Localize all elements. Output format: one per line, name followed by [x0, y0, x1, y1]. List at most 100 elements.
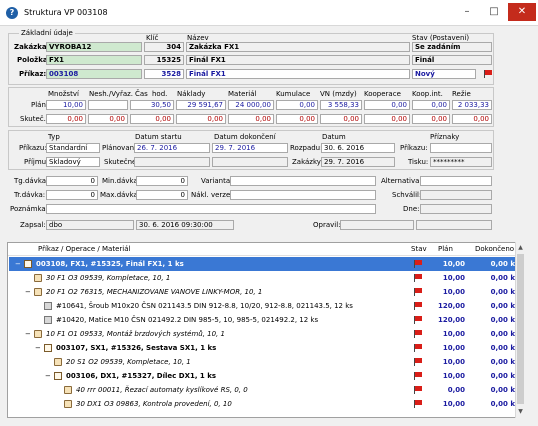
item-field[interactable]: FX1 [46, 55, 142, 65]
tree-row-label: 40 rrr 00011, Řezací automaty kyslíkové … [76, 386, 248, 394]
cost-header-costs: Náklady [177, 90, 206, 98]
item-status: Finál [412, 55, 492, 65]
scroll-up-arrow-icon[interactable]: ▲ [516, 243, 525, 252]
expand-toggle-icon[interactable]: − [25, 285, 31, 299]
approved-date-field [420, 204, 492, 214]
tree-row[interactable]: #10420, Matice M10 ČSN 021492.2 DIN 985-… [9, 313, 515, 327]
tree-row[interactable]: 30 F1 O3 09539, Kompletace, 10, 1 10,00 0,… [9, 271, 515, 285]
status-flag-icon[interactable] [484, 70, 493, 78]
print-label: Tisku: [408, 158, 429, 166]
tree-vertical-scrollbar[interactable]: ▲ ▼ [515, 242, 524, 418]
tr-batch-field[interactable]: 0 [46, 190, 98, 200]
max-batch-field[interactable]: 0 [136, 190, 188, 200]
expand-toggle-icon[interactable]: − [15, 257, 21, 271]
plan-hours: 30,50 [130, 100, 174, 110]
tree-row-done: 0,00 k [490, 400, 515, 408]
planned-start-field[interactable]: 26. 7. 2016 [134, 143, 210, 153]
operation-icon [34, 288, 42, 296]
plan-quantity: 10,00 [46, 100, 86, 110]
order-contract-key: 304 [144, 42, 184, 52]
breakdown-label: Rozpadu: [290, 144, 323, 152]
tree-row-done: 0,00 k [490, 288, 515, 296]
plan-material: 24 000,00 [228, 100, 274, 110]
actual-cooperation: 0,00 [364, 114, 410, 124]
minimize-button[interactable]: – [454, 3, 480, 21]
tree-row-plan: 10,00 [442, 260, 465, 268]
variant-field[interactable] [230, 176, 376, 186]
cost-version-field[interactable] [230, 190, 376, 200]
tree-row-plan: 10,00 [442, 358, 465, 366]
operation-icon [54, 358, 62, 366]
plan-overhead: 2 033,33 [452, 100, 492, 110]
created-date: 30. 6. 2016 09:30:00 [136, 220, 234, 230]
end-date-header: Datum dokončení [214, 133, 276, 141]
window-title: Struktura VP 003108 [24, 8, 108, 17]
tree-header-name[interactable]: Příkaz / Operace / Materiál [38, 243, 130, 256]
type-header: Typ [48, 133, 60, 141]
alternative-field[interactable] [420, 176, 492, 186]
production-order-name: Finál FX1 [186, 69, 410, 79]
actual-overhead: 0,00 [452, 114, 492, 124]
order-flag-field[interactable] [430, 143, 492, 153]
structure-tree[interactable]: Příkaz / Operace / Materiál Stav Plán Do… [7, 242, 524, 418]
expand-toggle-icon[interactable]: − [45, 369, 51, 383]
tree-row[interactable]: − 003107, SX1, #15326, Sestava SX1, 1 ks 1… [9, 341, 515, 355]
tree-row-done: 0,00 k [490, 316, 515, 324]
receipt-type-field[interactable]: Skladový [46, 157, 100, 167]
tree-header-done[interactable]: Dokončeno [475, 243, 514, 256]
tree-row-plan: 120,00 [437, 316, 465, 324]
actual-start-field [134, 157, 210, 167]
tree-row[interactable]: 40 rrr 00011, Řezací automaty kyslíkové … [9, 383, 515, 397]
cost-header-wages: VN (mzdy) [320, 90, 357, 98]
scroll-thumb[interactable] [517, 254, 524, 404]
tree-row[interactable]: 20 S1 O2 09539, Kompletace, 10, 1 10,00 0,… [9, 355, 515, 369]
production-order-label: Příkaz: [19, 70, 47, 78]
created-by-user: dbo [46, 220, 134, 230]
breakdown-date-field: 30. 6. 2016 [321, 143, 395, 153]
tree-row-done: 0,00 k [490, 344, 515, 352]
plan-wages: 3 558,33 [320, 100, 362, 110]
close-button[interactable]: ✕ [508, 3, 536, 21]
tree-row[interactable]: 30 DX1 O3 09863, Kontrola provedení, 0, … [9, 397, 515, 411]
status-flag-icon [414, 302, 423, 310]
tree-row[interactable]: − 003108, FX1, #15325, Finál FX1, 1 ks 10,… [9, 257, 515, 271]
tree-header-status[interactable]: Stav [411, 243, 427, 256]
tg-batch-field[interactable]: 0 [46, 176, 98, 186]
tree-row[interactable]: − 10 F1 O1 09533, Montáž brzdových systém… [9, 327, 515, 341]
cost-header-quantity: Množství [48, 90, 79, 98]
scroll-down-arrow-icon[interactable]: ▼ [516, 407, 525, 416]
status-flag-icon [414, 316, 423, 324]
start-date-header: Datum startu [135, 133, 182, 141]
tree-row[interactable]: − 20 F1 O2 76315, MECHANIZOVANE VANOVE LI… [9, 285, 515, 299]
order-icon [44, 344, 52, 352]
plan-internal-coop: 0,00 [412, 100, 450, 110]
tree-row[interactable]: #10641, Šroub M10x20 ČSN 021143.5 DIN 91… [9, 299, 515, 313]
min-batch-field[interactable]: 0 [136, 176, 188, 186]
approved-by-field [420, 190, 492, 200]
order-contract-status: Se zadáním [412, 42, 492, 52]
order-type-field[interactable]: Standardní [46, 143, 100, 153]
order-type-label: Příkazu: [19, 144, 47, 152]
tree-row[interactable]: − 003106, DX1, #15327, Dílec DX1, 1 ks 10,… [9, 369, 515, 383]
basic-info-title: Základní údaje [19, 28, 75, 38]
order-icon [54, 372, 62, 380]
plan-cumulation: 0,00 [276, 100, 318, 110]
tree-row-label: 20 S1 O2 09539, Kompletace, 10, 1 [66, 358, 191, 366]
tree-row-plan: 10,00 [442, 372, 465, 380]
app-icon: ? [6, 7, 18, 19]
order-contract-field[interactable]: VYROBA12 [46, 42, 142, 52]
tree-header-plan[interactable]: Plán [438, 243, 453, 256]
plan-scrap [88, 100, 128, 110]
order-flag-label: Příkazu: [400, 144, 428, 152]
flags-header: Příznaky [430, 133, 460, 141]
expand-toggle-icon[interactable]: − [25, 327, 31, 341]
maximize-button[interactable]: □ [481, 3, 507, 21]
cost-header-cumulation: Kumulace [276, 90, 311, 98]
actual-cumulation: 0,00 [276, 114, 318, 124]
note-field[interactable] [46, 204, 376, 214]
expand-toggle-icon[interactable]: − [35, 341, 41, 355]
planned-end-field[interactable]: 29. 7. 2016 [212, 143, 288, 153]
production-order-field[interactable]: 003108 [46, 69, 142, 79]
actual-costs: 0,00 [176, 114, 226, 124]
tree-row-label: 30 DX1 O3 09863, Kontrola provedení, 0, … [76, 400, 232, 408]
